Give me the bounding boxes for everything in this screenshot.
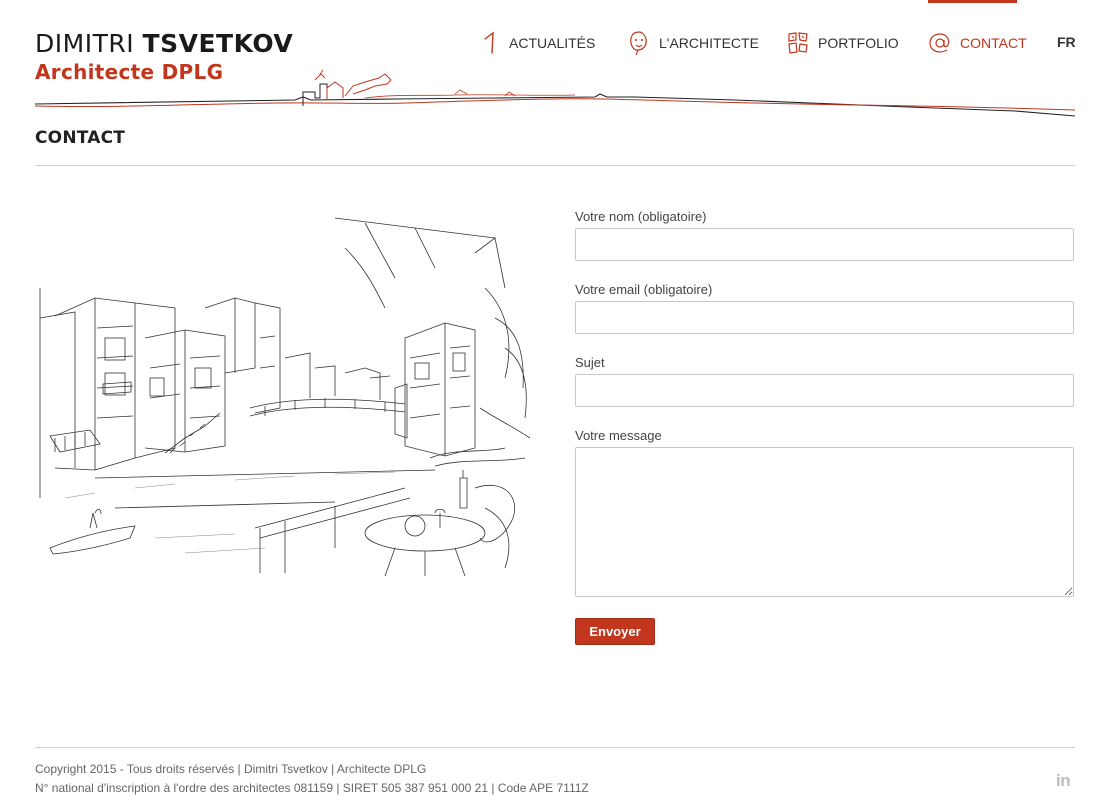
nav-item-contact[interactable]: CONTACT [928, 30, 1027, 56]
title-divider [35, 165, 1075, 166]
subject-input[interactable] [575, 374, 1074, 407]
architecture-sketch-image [35, 208, 535, 576]
page: DIMITRI TSVETKOV Architecte DPLG ACTUALI… [0, 0, 1106, 811]
portfolio-icon [788, 32, 808, 54]
logo-first-name: DIMITRI [35, 29, 135, 58]
footer-divider [35, 747, 1075, 748]
message-textarea[interactable] [575, 447, 1074, 597]
nav-active-indicator [928, 0, 1017, 3]
at-icon [929, 33, 950, 53]
logo-name: DIMITRI TSVETKOV [35, 28, 293, 60]
contact-form: Votre nom (obligatoire) Votre email (obl… [575, 208, 1074, 645]
nav-label-architecte: L'ARCHITECTE [659, 35, 759, 51]
footer-registration: N° national d'inscription à l'ordre des … [35, 781, 589, 795]
name-input[interactable] [575, 228, 1074, 261]
language-switcher[interactable]: FR [1057, 34, 1076, 50]
email-label: Votre email (obligatoire) [575, 282, 713, 297]
nav-item-architecte[interactable]: L'ARCHITECTE [627, 30, 759, 56]
send-button[interactable]: Envoyer [575, 618, 655, 645]
linkedin-icon[interactable]: in [1056, 771, 1071, 791]
page-title: CONTACT [35, 128, 126, 148]
nav-item-portfolio[interactable]: PORTFOLIO [786, 30, 899, 56]
name-label: Votre nom (obligatoire) [575, 209, 707, 224]
footer-copyright: Copyright 2015 - Tous droits réservés | … [35, 762, 427, 776]
face-icon [630, 31, 647, 56]
nav-item-actualites[interactable]: ACTUALITÉS [481, 30, 595, 56]
nav-label-portfolio: PORTFOLIO [818, 35, 899, 51]
nav-label-actualites: ACTUALITÉS [509, 35, 596, 51]
nav-label-contact: CONTACT [960, 35, 1027, 51]
skyline-sketch [35, 69, 1075, 117]
logo-last-name: TSVETKOV [142, 29, 294, 58]
email-input[interactable] [575, 301, 1074, 334]
one-icon [484, 31, 494, 54]
footer: Copyright 2015 - Tous droits réservés | … [35, 760, 589, 798]
subject-label: Sujet [575, 355, 605, 370]
message-label: Votre message [575, 428, 662, 443]
